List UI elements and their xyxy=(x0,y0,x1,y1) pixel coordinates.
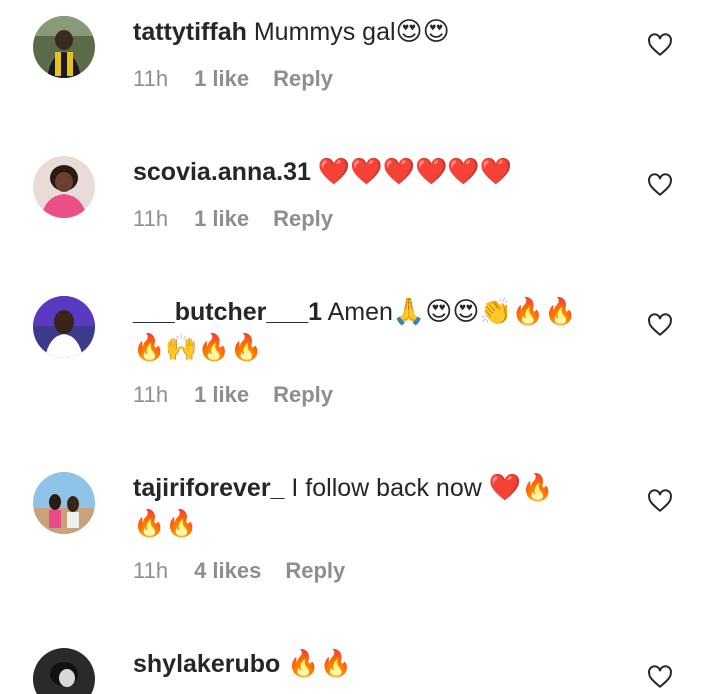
comment-emoji: ❤️🔥 xyxy=(488,473,554,503)
reply-button[interactable]: Reply xyxy=(273,382,333,408)
reply-button[interactable]: Reply xyxy=(285,558,345,584)
comment-emoji: 🔥🔥 xyxy=(133,509,198,539)
username-link[interactable]: tajiriforever_ xyxy=(133,474,284,502)
avatar[interactable] xyxy=(33,16,95,78)
username-link[interactable]: shylakerubo xyxy=(133,650,280,678)
comment-emoji: ❤️❤️❤️❤️❤️❤️ xyxy=(317,157,513,187)
timestamp: 11h xyxy=(133,206,169,231)
comment-emoji: 🔥🙌🔥🔥 xyxy=(133,333,263,363)
comment-meta: 11h 1 like Reply xyxy=(133,206,613,232)
comment-text xyxy=(311,158,318,186)
heart-outline-icon[interactable] xyxy=(647,488,673,514)
heart-outline-icon[interactable] xyxy=(647,664,673,690)
comment-text: I follow back now xyxy=(284,474,489,502)
reply-button[interactable]: Reply xyxy=(273,206,333,232)
avatar[interactable] xyxy=(33,296,95,358)
comment-emoji: 🙏😍😍👏🔥🔥 xyxy=(392,297,577,327)
timestamp: 11h xyxy=(133,66,169,91)
username-link[interactable]: scovia.anna.31 xyxy=(133,158,311,186)
comment-text: Amen xyxy=(322,298,393,326)
heart-outline-icon[interactable] xyxy=(647,172,673,198)
comment-emoji: 🔥🔥 xyxy=(287,649,352,679)
comment-list: tattytiffah Mummys gal😍😍 11h 1 like Repl… xyxy=(0,0,720,694)
username-link[interactable]: ___butcher___1 xyxy=(133,298,322,326)
avatar[interactable] xyxy=(33,156,95,218)
comment-text: Mummys gal xyxy=(246,18,396,46)
reply-button[interactable]: Reply xyxy=(273,66,333,92)
likes-count[interactable]: 1 like xyxy=(194,66,249,92)
avatar[interactable] xyxy=(33,648,95,694)
comment-emoji: 😍😍 xyxy=(395,17,450,47)
comment-meta: 11h 1 like Reply xyxy=(133,66,613,92)
comment-meta: 11h 4 likes Reply xyxy=(133,558,613,584)
username-link[interactable]: tattytiffah xyxy=(133,18,247,46)
timestamp: 11h xyxy=(133,382,169,407)
likes-count[interactable]: 1 like xyxy=(194,206,249,232)
likes-count[interactable]: 1 like xyxy=(194,382,249,408)
comment-meta: 11h 1 like Reply xyxy=(133,382,613,408)
heart-outline-icon[interactable] xyxy=(647,32,673,58)
timestamp: 11h xyxy=(133,558,169,583)
likes-count[interactable]: 4 likes xyxy=(194,558,261,584)
heart-outline-icon[interactable] xyxy=(647,312,673,338)
avatar[interactable] xyxy=(33,472,95,534)
